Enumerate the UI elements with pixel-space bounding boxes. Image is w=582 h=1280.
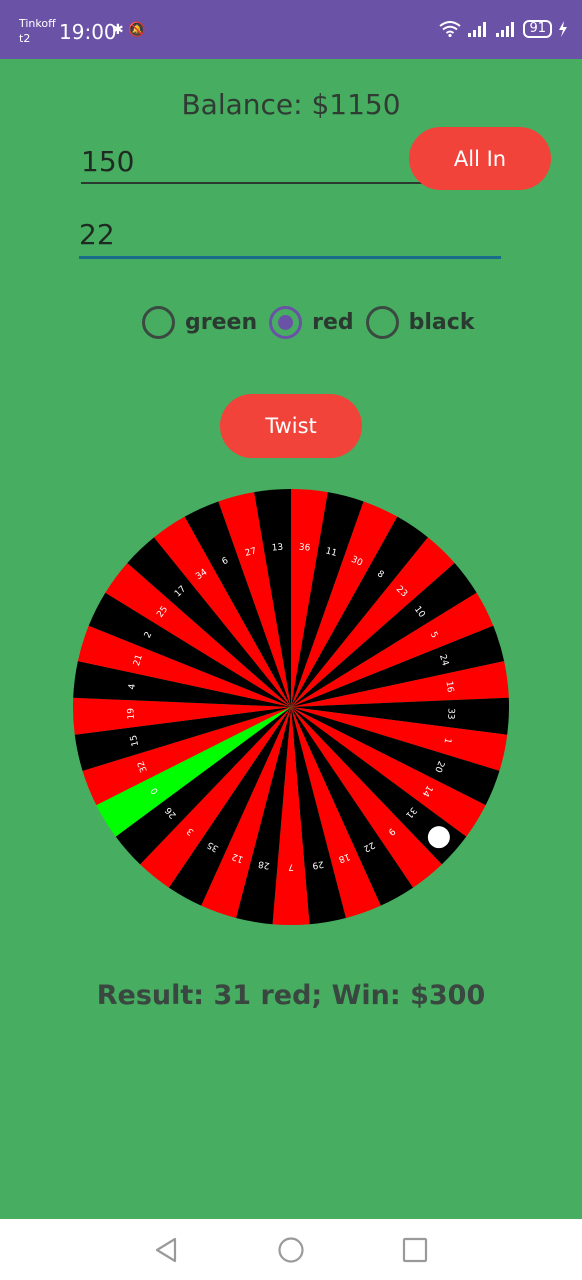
carrier-name: Tinkoff t2 xyxy=(19,16,56,46)
twist-button[interactable]: Twist xyxy=(220,394,362,458)
wheel-number-7: 7 xyxy=(288,862,294,872)
charging-icon xyxy=(559,21,567,37)
navigation-bar xyxy=(0,1219,582,1280)
bluetooth-mute-icons: ✱ 🔕 xyxy=(112,22,146,38)
wifi-icon xyxy=(439,21,462,37)
radio-red-label[interactable]: red xyxy=(312,310,354,335)
radio-black-button[interactable] xyxy=(365,306,399,339)
recent-apps-icon[interactable] xyxy=(402,1237,428,1263)
wheel-number-28: 28 xyxy=(257,858,270,870)
radio-red[interactable]: red xyxy=(269,306,354,339)
roulette-ball xyxy=(427,826,450,849)
all-in-button[interactable]: All In xyxy=(409,127,551,190)
signal-icon xyxy=(468,22,487,37)
color-radio-group: green red black xyxy=(142,306,486,339)
battery-icon: 91 xyxy=(523,20,552,38)
wheel-number-16: 16 xyxy=(444,680,455,693)
bet-number-input[interactable] xyxy=(79,212,501,256)
clock: 19:00 xyxy=(59,20,117,44)
radio-green[interactable]: green xyxy=(142,306,257,339)
wheel-number-19: 19 xyxy=(126,708,136,720)
wheel-number-36: 36 xyxy=(298,543,311,554)
radio-green-button[interactable] xyxy=(142,306,175,339)
radio-black[interactable]: black xyxy=(365,306,475,339)
status-bar: Tinkoff t2 19:00 ✱ 🔕 91 xyxy=(0,0,582,59)
wheel-number-33: 33 xyxy=(445,708,455,720)
balance-label: Balance: $1150 xyxy=(181,88,401,121)
carrier-line-1: Tinkoff xyxy=(19,17,56,30)
result-label: Result: 31 red; Win: $300 xyxy=(96,980,486,1011)
status-icons: 91 xyxy=(439,20,568,38)
radio-green-label[interactable]: green xyxy=(185,310,257,335)
radio-red-button[interactable] xyxy=(269,306,303,339)
signal-icon-2 xyxy=(496,22,515,37)
wheel-number-29: 29 xyxy=(311,858,324,870)
home-icon[interactable] xyxy=(277,1237,305,1263)
bet-number-field[interactable] xyxy=(79,212,501,259)
wheel-number-13: 13 xyxy=(271,543,283,554)
back-icon[interactable] xyxy=(153,1237,181,1263)
roulette-wheel: 36 11308231052416331201431922182972812353… xyxy=(73,489,509,925)
bet-amount-input[interactable] xyxy=(81,140,423,182)
bet-amount-field[interactable] xyxy=(81,140,423,184)
radio-black-label[interactable]: black xyxy=(409,310,475,335)
carrier-line-2: t2 xyxy=(19,32,31,45)
